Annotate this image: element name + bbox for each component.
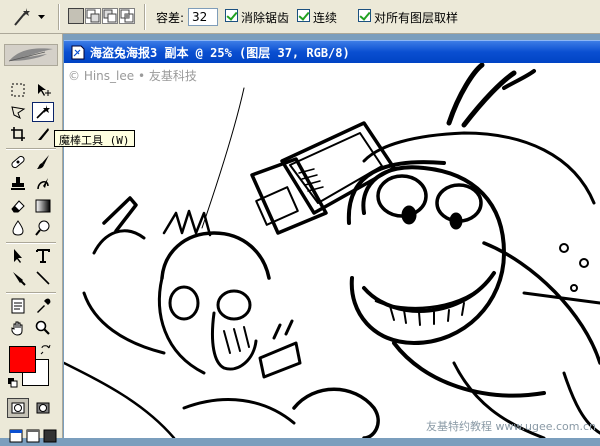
options-bar: 容差: 消除锯齿 连续 对所有图层取样 [0, 0, 600, 34]
droplet-icon [12, 220, 24, 236]
eraser-icon [11, 200, 25, 213]
screen-mode-full-button[interactable] [39, 426, 61, 446]
default-colors-icon[interactable] [8, 378, 18, 388]
document-titlebar[interactable]: 海盗兔海报3 副本 @ 25% (图层 37, RGB/8) [64, 40, 600, 63]
eyedropper-tool[interactable] [32, 296, 54, 316]
sample-all-layers-checkbox[interactable] [358, 9, 371, 22]
type-icon [36, 249, 50, 263]
screen-mode-icon [43, 429, 57, 443]
hand-icon [11, 321, 23, 336]
history-brush-tool[interactable] [32, 174, 54, 194]
subtract-from-selection-button[interactable] [102, 8, 118, 24]
chevron-down-icon [38, 15, 45, 19]
lasso-icon [11, 106, 26, 120]
toolbox [0, 34, 63, 443]
feather-logo[interactable] [4, 44, 58, 66]
contiguous-label: 连续 [313, 11, 338, 25]
brush-tool[interactable] [32, 152, 54, 172]
document-window: 海盗兔海报3 副本 @ 25% (图层 37, RGB/8) © Hins_le… [64, 40, 600, 438]
marquee-icon [11, 83, 25, 97]
tolerance-label: 容差: [156, 11, 185, 25]
gradient-tool[interactable] [32, 196, 54, 216]
slice-icon [38, 128, 49, 140]
tool-tooltip: 魔棒工具 (W) [54, 130, 135, 147]
type-tool[interactable] [32, 246, 54, 266]
line-tool[interactable] [32, 268, 54, 288]
add-selection-icon [86, 9, 100, 23]
intersect-selection-button[interactable] [119, 8, 135, 24]
foreground-color-swatch[interactable] [9, 346, 36, 373]
note-icon [11, 298, 25, 314]
eraser-tool[interactable] [7, 196, 29, 216]
subtract-selection-icon [103, 9, 117, 23]
dodge-tool[interactable] [32, 218, 54, 238]
swap-colors-icon[interactable] [40, 344, 52, 356]
document-title: 海盗兔海报3 副本 @ 25% (图层 37, RGB/8) [90, 46, 350, 60]
history-brush-icon [37, 178, 49, 190]
clone-stamp-tool[interactable] [7, 174, 29, 194]
slice-tool[interactable] [32, 124, 54, 144]
magic-wand-icon [14, 8, 30, 26]
new-selection-button[interactable] [68, 8, 84, 24]
add-to-selection-button[interactable] [85, 8, 101, 24]
blur-tool[interactable] [7, 218, 29, 238]
site-watermark: 友基特约教程 www.ugee.com.cn [426, 420, 596, 433]
brush-icon [37, 155, 49, 169]
pirate-bunny-line-art [64, 63, 600, 438]
magic-wand-icon [36, 105, 50, 119]
standard-mode-icon [11, 402, 25, 414]
pen-icon [13, 272, 26, 286]
magic-wand-tool[interactable] [32, 102, 54, 122]
pen-tool[interactable] [7, 268, 29, 288]
standard-mode-button[interactable] [7, 398, 29, 418]
tolerance-input[interactable] [188, 8, 218, 26]
healing-brush-tool[interactable] [7, 152, 29, 172]
hand-tool[interactable] [7, 318, 29, 338]
stamp-icon [11, 177, 25, 190]
feather-icon [8, 48, 53, 62]
eyedropper-icon [37, 298, 51, 313]
lasso-tool[interactable] [7, 102, 29, 122]
copyright-text: © Hins_lee • 友基科技 [68, 69, 197, 83]
notes-tool[interactable] [7, 296, 29, 316]
path-selection-tool[interactable] [7, 246, 29, 266]
path-select-icon [14, 249, 22, 263]
crop-tool[interactable] [7, 124, 29, 144]
canvas[interactable]: © Hins_lee • 友基科技 友基特约教程 www.ugee.com.cn [64, 63, 600, 438]
dodge-icon [35, 220, 50, 236]
antialias-label: 消除锯齿 [241, 11, 290, 25]
zoom-tool[interactable] [32, 318, 54, 338]
intersect-selection-icon [120, 9, 134, 23]
line-icon [36, 271, 50, 285]
move-tool[interactable] [32, 80, 54, 100]
antialias-checkbox[interactable] [225, 9, 238, 22]
zoom-icon [35, 320, 50, 335]
tool-preset-picker[interactable] [8, 6, 48, 28]
marquee-tool[interactable] [7, 80, 29, 100]
crop-icon [11, 127, 25, 141]
photoshop-document-icon [71, 45, 85, 60]
bandage-icon [11, 155, 25, 169]
move-icon [38, 84, 51, 96]
gradient-icon [35, 199, 51, 213]
quick-mask-icon [36, 402, 50, 414]
sample-all-layers-label: 对所有图层取样 [374, 11, 459, 25]
quick-mask-button[interactable] [32, 398, 54, 418]
contiguous-checkbox[interactable] [297, 9, 310, 22]
